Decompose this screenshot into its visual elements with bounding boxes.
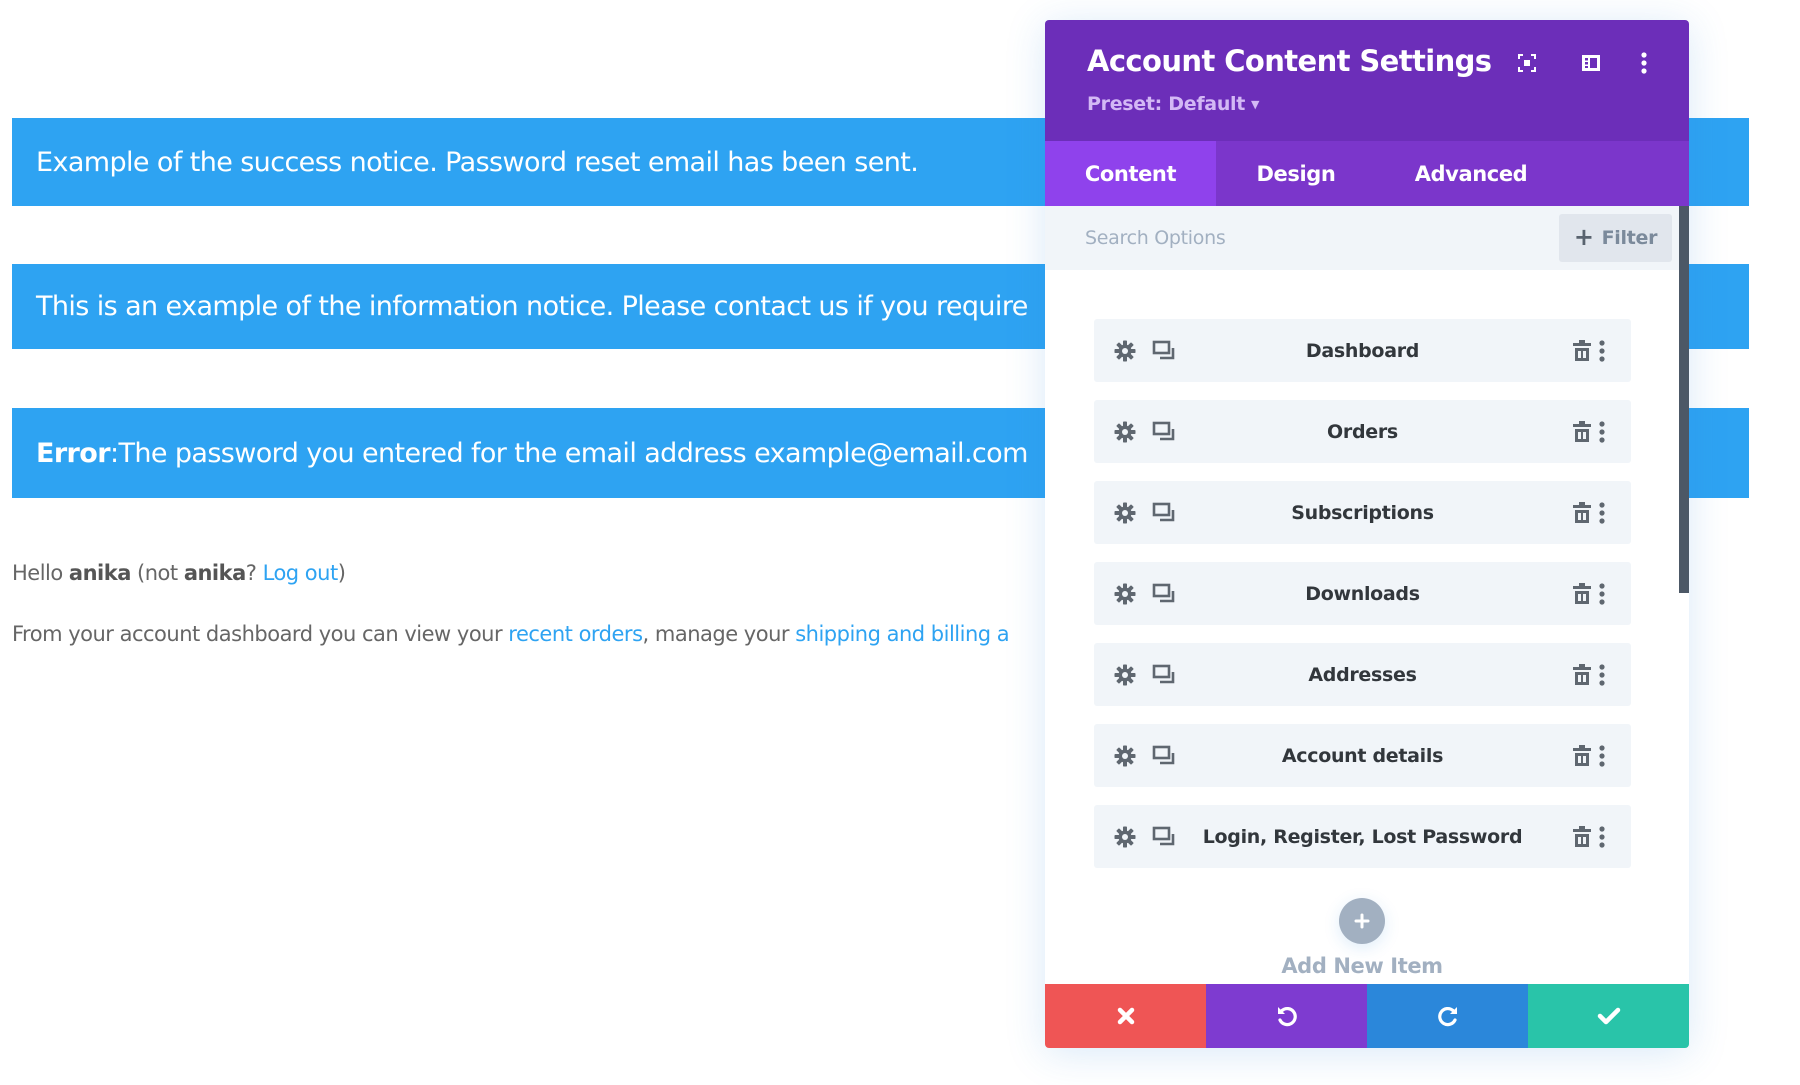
module-item[interactable]: Account details xyxy=(1094,724,1631,787)
filter-label: Filter xyxy=(1601,227,1658,249)
shipping-billing-link[interactable]: shipping and billing a xyxy=(795,622,1009,646)
trash-icon[interactable] xyxy=(1571,582,1593,606)
trash-icon[interactable] xyxy=(1571,744,1593,768)
duplicate-icon[interactable] xyxy=(1152,744,1178,768)
kebab-menu-icon[interactable] xyxy=(1597,744,1607,768)
caret-down-icon: ▼ xyxy=(1251,97,1260,111)
question-text: ? xyxy=(245,561,263,585)
gear-icon[interactable] xyxy=(1113,501,1137,525)
trash-icon[interactable] xyxy=(1571,663,1593,687)
dashboard-middle: , manage your xyxy=(642,622,796,646)
save-button[interactable] xyxy=(1528,984,1689,1048)
username-again: anika xyxy=(183,561,246,585)
plus-icon: + xyxy=(1573,222,1594,251)
search-bar: + Filter xyxy=(1045,206,1679,270)
module-item[interactable]: Dashboard xyxy=(1094,319,1631,382)
redo-button[interactable] xyxy=(1367,984,1528,1048)
logout-link[interactable]: Log out xyxy=(263,561,339,585)
expand-icon[interactable] xyxy=(1513,49,1541,77)
module-item-label: Dashboard xyxy=(1305,339,1420,362)
module-item-label: Account details xyxy=(1281,744,1444,767)
tab-design[interactable]: Design xyxy=(1216,141,1376,206)
tab-advanced[interactable]: Advanced xyxy=(1376,141,1566,206)
dashboard-description: From your account dashboard you can view… xyxy=(12,622,1010,646)
duplicate-icon[interactable] xyxy=(1152,420,1178,444)
greeting-line: Hello anika (not anika? Log out) xyxy=(12,561,346,585)
error-label: Error xyxy=(36,437,111,469)
gear-icon[interactable] xyxy=(1113,582,1137,606)
preset-label: Preset: Default xyxy=(1087,93,1246,115)
panel-header[interactable]: Account Content Settings Preset: Default… xyxy=(1045,20,1689,141)
duplicate-icon[interactable] xyxy=(1152,582,1178,606)
module-item[interactable]: Downloads xyxy=(1094,562,1631,625)
undo-icon xyxy=(1277,1007,1297,1027)
kebab-menu-icon[interactable] xyxy=(1597,339,1607,363)
trash-icon[interactable] xyxy=(1571,501,1593,525)
close-paren: ) xyxy=(337,561,346,585)
settings-panel: Account Content Settings Preset: Default… xyxy=(1045,20,1689,1048)
not-text: (not xyxy=(130,561,184,585)
scrollbar[interactable] xyxy=(1679,206,1689,593)
gear-icon[interactable] xyxy=(1113,339,1137,363)
duplicate-icon[interactable] xyxy=(1152,663,1178,687)
search-options-input[interactable] xyxy=(1085,220,1505,256)
gear-icon[interactable] xyxy=(1113,420,1137,444)
module-item-label: Orders xyxy=(1327,420,1398,443)
duplicate-icon[interactable] xyxy=(1152,339,1178,363)
undo-button[interactable] xyxy=(1206,984,1367,1048)
module-item-label: Subscriptions xyxy=(1291,501,1434,524)
module-item[interactable]: Login, Register, Lost Password xyxy=(1094,805,1631,868)
hello-text: Hello xyxy=(12,561,69,585)
trash-icon[interactable] xyxy=(1571,339,1593,363)
duplicate-icon[interactable] xyxy=(1152,501,1178,525)
gear-icon[interactable] xyxy=(1113,663,1137,687)
panel-footer xyxy=(1045,984,1689,1048)
username: anika xyxy=(68,561,131,585)
add-new-item-button[interactable] xyxy=(1339,898,1385,944)
trash-icon[interactable] xyxy=(1571,420,1593,444)
checkmark-icon xyxy=(1597,1007,1620,1025)
kebab-menu-icon[interactable] xyxy=(1630,49,1658,77)
error-notice-text: :The password you entered for the email … xyxy=(109,437,1028,469)
info-notice-text: This is an example of the information no… xyxy=(36,291,1028,322)
module-item-label: Addresses xyxy=(1308,663,1417,686)
duplicate-icon[interactable] xyxy=(1152,825,1178,849)
module-item-label: Login, Register, Lost Password xyxy=(1202,825,1523,848)
recent-orders-link[interactable]: recent orders xyxy=(508,622,643,646)
tab-content[interactable]: Content xyxy=(1045,141,1216,206)
module-item[interactable]: Orders xyxy=(1094,400,1631,463)
kebab-menu-icon[interactable] xyxy=(1597,825,1607,849)
discard-button[interactable] xyxy=(1045,984,1206,1048)
panel-tabs: Content Design Advanced xyxy=(1045,141,1689,206)
kebab-menu-icon[interactable] xyxy=(1597,420,1607,444)
kebab-menu-icon[interactable] xyxy=(1597,663,1607,687)
gear-icon[interactable] xyxy=(1113,744,1137,768)
add-new-item-label[interactable]: Add New Item xyxy=(1262,954,1462,978)
close-icon xyxy=(1117,1007,1134,1025)
dashboard-prefix: From your account dashboard you can view… xyxy=(12,622,509,646)
sidebar-layout-icon[interactable] xyxy=(1577,49,1605,77)
redo-icon xyxy=(1437,1007,1457,1027)
module-item[interactable]: Subscriptions xyxy=(1094,481,1631,544)
kebab-menu-icon[interactable] xyxy=(1597,582,1607,606)
module-items-list: Dashboard Orders Subscriptions Downloads Add… xyxy=(1094,319,1631,886)
panel-title: Account Content Settings xyxy=(1087,44,1492,78)
module-item[interactable]: Addresses xyxy=(1094,643,1631,706)
trash-icon[interactable] xyxy=(1571,825,1593,849)
gear-icon[interactable] xyxy=(1113,825,1137,849)
preset-dropdown[interactable]: Preset: Default ▼ xyxy=(1087,93,1260,115)
plus-icon xyxy=(1354,913,1370,929)
success-notice-text: Example of the success notice. Password … xyxy=(36,146,919,178)
kebab-menu-icon[interactable] xyxy=(1597,501,1607,525)
module-item-label: Downloads xyxy=(1305,582,1420,605)
filter-button[interactable]: + Filter xyxy=(1559,214,1672,262)
